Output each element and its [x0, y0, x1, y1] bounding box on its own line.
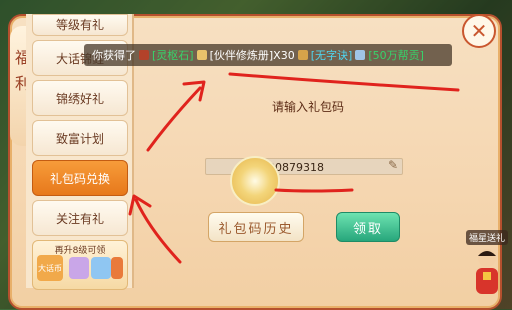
gift-code-stamp-icon — [230, 156, 280, 206]
promo-badge: 大话币 — [37, 255, 63, 281]
nav-item-gift-code[interactable]: 礼包码兑换 — [32, 160, 128, 196]
reward-item-icon — [91, 257, 111, 279]
notice-item-4: [50万帮贡] — [368, 49, 424, 62]
receive-button[interactable]: 领取 — [336, 212, 400, 242]
gift-code-history-button[interactable]: 礼包码历史 — [208, 212, 304, 242]
reward-notice-bar: 你获得了 [灵枢石] [伙伴修炼册]X30 [无字诀] [50万帮贡] — [84, 44, 452, 66]
gift-code-prompt: 请输入礼包码 — [272, 100, 345, 114]
item-icon — [355, 50, 366, 60]
edit-pencil-icon[interactable]: ✎ — [388, 158, 398, 172]
nav-item-follow-reward[interactable]: 关注有礼 — [32, 200, 128, 236]
item-icon — [196, 50, 207, 60]
notice-prefix: 你获得了 — [92, 49, 136, 62]
nav-item-brocade[interactable]: 锦绣好礼 — [32, 80, 128, 116]
notice-item-3: [无字诀] — [310, 49, 353, 62]
reward-item-icon — [69, 257, 89, 279]
notice-item-1: [灵枢石] — [152, 49, 194, 62]
notice-item-2: [伙伴修炼册]X30 — [209, 49, 295, 62]
nav-item-wealth-plan[interactable]: 致富计划 — [32, 120, 128, 156]
nav-item-label: 关注有礼 — [55, 211, 104, 226]
nav-item-label: 致富计划 — [55, 131, 104, 146]
fuxing-character-icon[interactable] — [470, 246, 504, 296]
nav-item-label: 等级有礼 — [55, 18, 104, 32]
level-promo-card[interactable]: 再升8级可领 大话币 — [32, 240, 128, 290]
fuxing-gift-label[interactable]: 福星送礼 — [466, 230, 509, 245]
item-icon — [139, 50, 149, 60]
nav-item-level-reward[interactable]: 等级有礼 — [32, 14, 128, 36]
item-icon — [297, 50, 308, 60]
nav-item-label: 锦绣好礼 — [55, 91, 104, 106]
reward-item-icon — [111, 257, 123, 279]
nav-item-label: 礼包码兑换 — [49, 171, 110, 186]
close-icon[interactable]: ✕ — [462, 14, 496, 48]
